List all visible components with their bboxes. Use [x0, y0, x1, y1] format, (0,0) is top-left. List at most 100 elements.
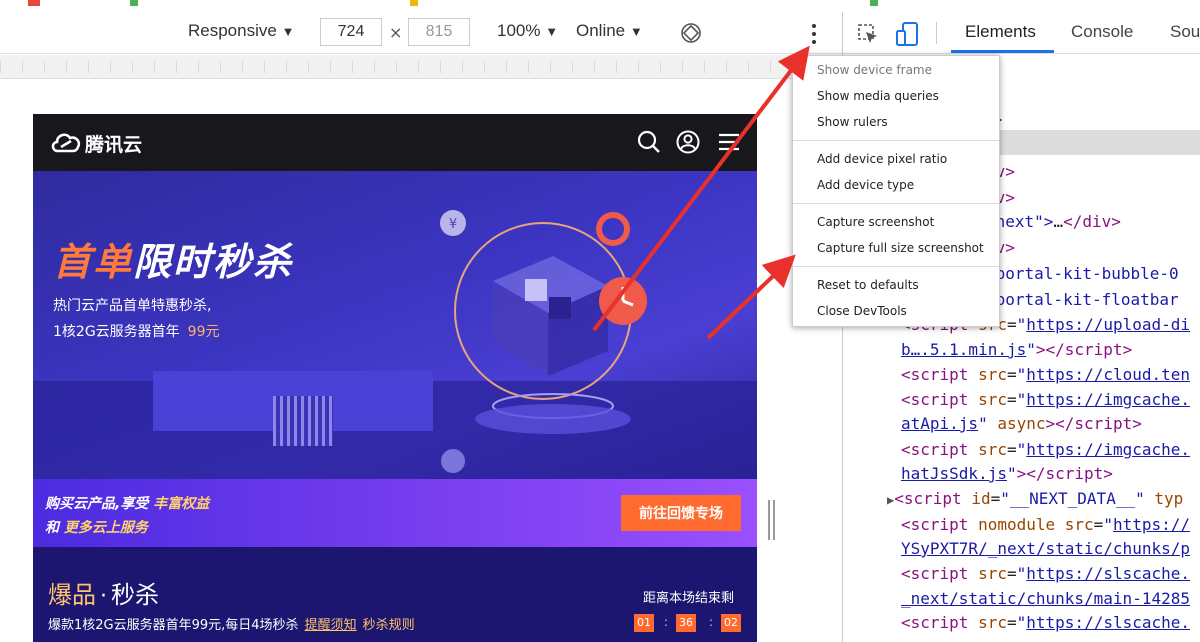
script-src-link[interactable]: b….5.1.min.js: [901, 340, 1026, 359]
times-icon: ×: [389, 23, 403, 42]
dom-line[interactable]: _next">…</div>: [986, 212, 1121, 231]
reminder-notice-link[interactable]: 提醒须知: [305, 618, 357, 633]
width-input[interactable]: 724: [320, 18, 382, 46]
menu-add-device-type[interactable]: Add device type: [817, 178, 914, 192]
script-src-link[interactable]: YSyPXT7R/_next/static/chunks/p: [901, 539, 1190, 558]
script-src-link[interactable]: https://cloud.ten: [1026, 365, 1190, 384]
promo-line-2: 和 更多云上服务: [45, 517, 148, 537]
dom-line[interactable]: <script nomodule src="https://: [901, 515, 1190, 534]
dom-line[interactable]: YSyPXT7R/_next/static/chunks/p: [901, 539, 1190, 558]
tab-favicon: [28, 0, 40, 6]
menu-icon[interactable]: [717, 130, 741, 154]
banner-subtitle-1: 热门云产品首单特惠秒杀,: [53, 298, 212, 314]
dom-fragment: </div>: [1063, 212, 1121, 231]
script-src-link[interactable]: https://: [1113, 515, 1190, 534]
dom-id-value: __NEXT_DATA__: [1009, 489, 1136, 508]
device-toolbar: Responsive ▼ 724 × 815 100% ▼ Online ▼: [0, 12, 842, 54]
countdown-colon: :: [664, 615, 669, 629]
device-options-menu: Show device frame Show media queries Sho…: [792, 55, 1000, 327]
tab-favicon: [410, 0, 418, 6]
banner-subtitle-2: 1核2G云服务器首年 99元: [53, 321, 220, 341]
promo-text: 购买云产品,享受: [45, 496, 149, 512]
promo-highlight: 更多云上服务: [63, 520, 148, 536]
countdown-label: 距离本场结束剩: [643, 591, 735, 606]
dom-line[interactable]: ▶<script id="__NEXT_DATA__" typ: [887, 489, 1183, 508]
countdown-hours: 01: [634, 614, 654, 632]
browser-tab-strip: [0, 0, 1200, 12]
tab-favicon: [130, 0, 138, 6]
menu-show-media-queries[interactable]: Show media queries: [817, 89, 939, 103]
menu-close-devtools[interactable]: Close DevTools: [817, 304, 907, 318]
bubble-decoration: [441, 449, 465, 473]
user-icon[interactable]: [676, 130, 700, 154]
flash-sale-section: 爆品 · 秒杀 爆款1核2G云服务器首年99元,每日4场秒杀 提醒须知 秒杀规则 距离本…: [33, 547, 757, 642]
flash-desc-text: 爆款1核2G云服务器首年99元,每日4场秒杀: [48, 618, 299, 633]
devtools-tab-bar: Elements Console Sou: [843, 12, 1200, 54]
search-icon[interactable]: [637, 130, 661, 154]
menu-show-rulers[interactable]: Show rulers: [817, 115, 888, 129]
script-src-link[interactable]: atApi.js: [901, 414, 978, 433]
menu-capture-screenshot[interactable]: Capture screenshot: [817, 215, 934, 229]
script-src-link[interactable]: hatJsSdk.js: [901, 464, 1007, 483]
dom-line[interactable]: hatJsSdk.js"></script>: [901, 464, 1113, 483]
zoom-select[interactable]: 100% ▼: [497, 21, 558, 41]
device-toolbar-toggle-icon[interactable]: [895, 21, 919, 47]
menu-capture-full-size-screenshot[interactable]: Capture full size screenshot: [817, 241, 984, 255]
dom-line[interactable]: <script src="https://cloud.ten: [901, 365, 1190, 384]
tab-elements[interactable]: Elements: [965, 22, 1036, 42]
active-tab-indicator: [951, 50, 1054, 53]
banner-title-part-b: 限时秒杀: [133, 240, 294, 284]
dom-fragment: cportal-kit-bubble-0: [986, 264, 1179, 283]
dom-attr: async: [997, 414, 1046, 433]
emulated-page: 腾讯云 ¥ 首单限时秒杀 热门云产品首单特惠秒杀, 1核2G云服务器首年 99元…: [33, 114, 757, 642]
site-logo-text[interactable]: 腾讯云: [85, 130, 142, 157]
height-input[interactable]: 815: [408, 18, 470, 46]
chevron-down-icon: ▼: [281, 24, 295, 39]
chevron-down-icon: ▼: [629, 24, 643, 39]
script-src-link[interactable]: https://slscache.: [1026, 613, 1190, 632]
promo-strip: 购买云产品,享受 丰富权益 和 更多云上服务 前往回馈专场: [33, 479, 757, 547]
flash-title-a: 爆品: [48, 581, 96, 609]
more-options-icon[interactable]: [808, 22, 820, 46]
script-src-link[interactable]: _next/static/chunks/main-14285: [901, 589, 1190, 608]
dom-line[interactable]: cportal-kit-bubble-0: [986, 264, 1179, 283]
tab-favicon: [870, 0, 878, 6]
flash-sale-title: 爆品 · 秒杀: [48, 575, 159, 610]
dom-line[interactable]: <script src="https://slscache.: [901, 613, 1190, 632]
script-src-link[interactable]: https://slscache.: [1026, 564, 1190, 583]
tab-sources[interactable]: Sou: [1170, 22, 1200, 42]
device-mode-select[interactable]: Responsive ▼: [188, 21, 294, 41]
coin-icon: ¥: [440, 210, 466, 236]
ruler-bar: [0, 55, 842, 79]
script-src-link[interactable]: https://imgcache.: [1026, 440, 1190, 459]
dom-line[interactable]: _next/static/chunks/main-14285: [901, 589, 1190, 608]
tab-console[interactable]: Console: [1071, 22, 1133, 42]
feedback-zone-button[interactable]: 前往回馈专场: [621, 495, 741, 531]
ring-decoration: [596, 212, 630, 246]
dom-line[interactable]: <script src="https://imgcache.: [901, 440, 1190, 459]
script-src-link[interactable]: https://imgcache.: [1026, 390, 1190, 409]
inspect-element-icon[interactable]: [857, 23, 879, 45]
viewport-resize-handle[interactable]: [768, 500, 776, 540]
flash-title-sep: ·: [100, 584, 107, 609]
dom-line[interactable]: cportal-kit-floatbar: [986, 290, 1179, 309]
banner-subtitle-text: 1核2G云服务器首年: [53, 324, 180, 340]
throttling-select[interactable]: Online ▼: [576, 21, 643, 41]
countdown-seconds: 02: [721, 614, 741, 632]
dom-ellipsis: …: [1053, 212, 1064, 231]
promo-text: 和: [45, 520, 59, 536]
menu-add-device-pixel-ratio[interactable]: Add device pixel ratio: [817, 152, 947, 166]
menu-reset-to-defaults[interactable]: Reset to defaults: [817, 278, 919, 292]
sale-rules-link[interactable]: 秒杀规则: [363, 618, 415, 633]
dom-line[interactable]: atApi.js" async></script>: [901, 414, 1142, 433]
dom-line[interactable]: <script src="https://slscache.: [901, 564, 1190, 583]
svg-text:¥: ¥: [449, 217, 457, 232]
rotate-icon[interactable]: [680, 22, 702, 44]
cloud-logo-icon[interactable]: [49, 129, 83, 155]
menu-show-device-frame: Show device frame: [817, 63, 933, 77]
hero-banner[interactable]: ¥ 首单限时秒杀 热门云产品首单特惠秒杀, 1核2G云服务器首年 99元: [33, 171, 757, 479]
dom-line[interactable]: b….5.1.min.js"></script>: [901, 340, 1132, 359]
script-src-link[interactable]: https://upload-di: [1026, 315, 1190, 334]
dom-line[interactable]: <script src="https://imgcache.: [901, 390, 1190, 409]
zoom-label: 100%: [497, 21, 541, 40]
